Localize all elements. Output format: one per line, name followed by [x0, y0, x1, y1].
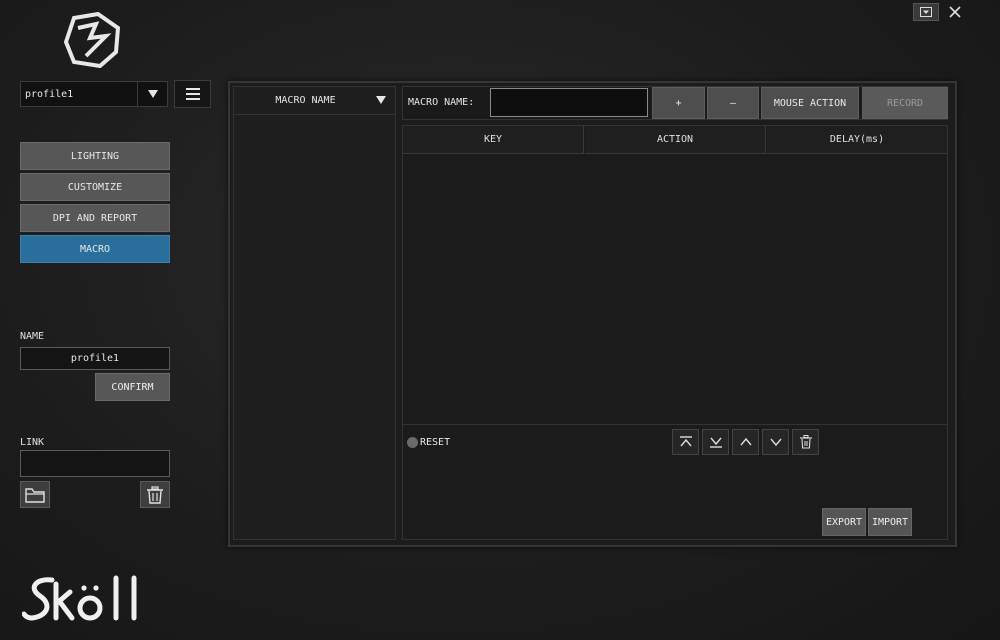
reset-radio[interactable]: RESET	[407, 437, 450, 448]
close-icon	[949, 6, 961, 18]
column-header-action: ACTION	[585, 126, 766, 154]
record-button[interactable]: RECORD	[862, 87, 948, 119]
chevron-down-icon[interactable]	[137, 82, 167, 106]
move-to-bottom-button[interactable]	[702, 429, 729, 455]
profile-name-input[interactable]: profile1	[20, 347, 170, 370]
folder-icon	[25, 487, 45, 503]
trash-icon	[147, 485, 163, 504]
nav-customize-button[interactable]: CUSTOMIZE	[20, 173, 170, 201]
export-button[interactable]: EXPORT	[822, 508, 866, 536]
nav-dpi-report-button[interactable]: DPI AND REPORT	[20, 204, 170, 232]
chevron-down-icon	[769, 438, 782, 447]
remove-macro-button[interactable]: –	[707, 87, 759, 119]
macro-list[interactable]	[233, 86, 396, 540]
menu-button[interactable]	[174, 80, 211, 108]
confirm-button[interactable]: CONFIRM	[95, 373, 170, 401]
delete-step-button[interactable]	[792, 429, 819, 455]
move-to-top-button[interactable]	[672, 429, 699, 455]
browse-folder-button[interactable]	[20, 481, 50, 508]
link-label: LINK	[20, 437, 45, 448]
profile-select-value: profile1	[25, 88, 74, 100]
skoll-logo-icon	[21, 575, 137, 621]
column-header-key: KEY	[403, 126, 584, 154]
nav-lighting-button[interactable]: LIGHTING	[20, 142, 170, 170]
move-bottom-icon	[709, 437, 722, 448]
chevron-up-icon	[739, 437, 752, 446]
name-label: NAME	[20, 331, 45, 342]
macro-list-title: MACRO NAME	[275, 94, 336, 106]
trash-icon	[799, 435, 812, 449]
delete-link-button[interactable]	[140, 481, 170, 508]
mouse-action-button[interactable]: MOUSE ACTION	[761, 87, 859, 119]
radio-icon	[407, 437, 418, 448]
move-down-button[interactable]	[762, 429, 789, 455]
column-header-delay: DELAY(ms)	[767, 126, 947, 154]
macro-name-label: MACRO NAME:	[408, 97, 475, 108]
profile-select[interactable]: profile1	[20, 81, 168, 107]
minimize-button[interactable]	[913, 3, 939, 21]
close-button[interactable]	[944, 3, 966, 21]
reset-label: RESET	[420, 437, 451, 448]
move-top-icon	[679, 436, 692, 447]
hamburger-icon	[185, 88, 200, 100]
link-input[interactable]	[20, 450, 170, 477]
move-up-button[interactable]	[732, 429, 759, 455]
import-button[interactable]: IMPORT	[868, 508, 912, 536]
table-divider	[403, 424, 947, 425]
skoll-wordmark-logo	[21, 574, 172, 626]
macro-list-header[interactable]: MACRO NAME	[233, 86, 396, 115]
macro-steps-table[interactable]	[402, 125, 948, 540]
macro-name-input[interactable]	[490, 88, 648, 117]
logo-icon	[63, 11, 121, 69]
dropdown-box-icon	[920, 7, 932, 17]
chevron-down-icon[interactable]	[366, 96, 396, 104]
brand-logo	[60, 11, 124, 69]
nav-macro-button[interactable]: MACRO	[20, 235, 170, 263]
add-macro-button[interactable]: +	[652, 87, 705, 119]
